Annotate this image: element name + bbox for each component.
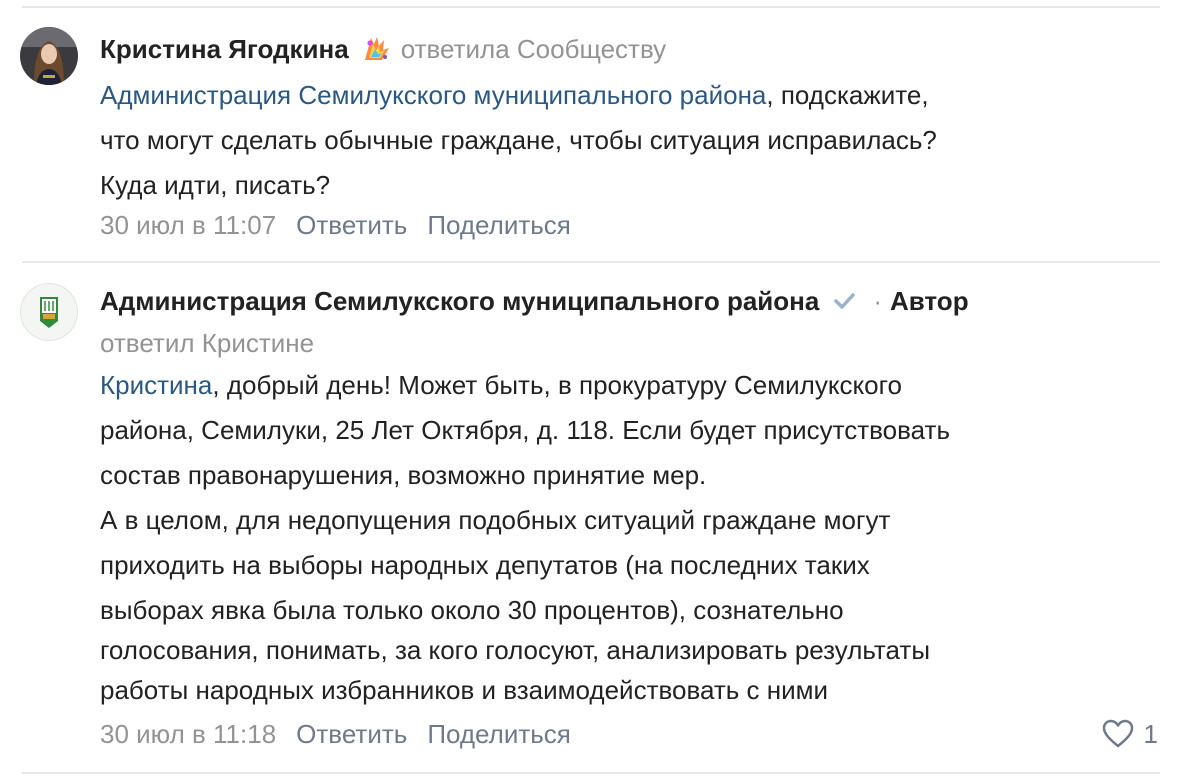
comment-text-line: состав правонарушения, возможно принятие… (100, 460, 707, 490)
verified-check-icon (831, 288, 857, 314)
share-button[interactable]: Поделиться (427, 210, 571, 240)
comment-text-line: что могут сделать обычные граждане, чтоб… (100, 125, 937, 155)
reply-button[interactable]: Ответить (296, 719, 407, 749)
rainbow-sticker-icon (361, 34, 391, 64)
comment-text-line: Кристина, добрый день! Может быть, в про… (100, 363, 902, 408)
text-fragment: , подскажите, (766, 80, 929, 110)
divider-middle (22, 261, 1160, 263)
user-photo-icon (20, 27, 78, 85)
coat-of-arms-icon (40, 297, 58, 328)
role-separator: · (873, 286, 882, 316)
mention-link[interactable]: Кристина (100, 370, 212, 400)
heart-icon (1102, 719, 1134, 749)
reply-button[interactable]: Ответить (296, 210, 407, 240)
comment-meta: 30 июл в 11:07 Ответить Поделиться (100, 209, 571, 241)
comment-date[interactable]: 30 июл в 11:18 (100, 719, 276, 749)
author-role: Автор (890, 286, 969, 316)
like-count: 1 (1143, 719, 1158, 749)
author-name[interactable]: Кристина Ягодкина (100, 33, 349, 65)
share-button[interactable]: Поделиться (427, 719, 571, 749)
divider-bottom (22, 772, 1160, 774)
comment-header: Кристина Ягодкина ответила Сообществу (100, 33, 666, 65)
comment-meta: 30 июл в 11:18 Ответить Поделиться (100, 718, 571, 750)
comment-text-line: района, Семилуки, 25 Лет Октября, д. 118… (100, 415, 950, 445)
author-name[interactable]: Администрация Семилукского муниципальног… (100, 285, 819, 317)
avatar-administration[interactable] (20, 283, 78, 341)
like-button[interactable]: 1 (1102, 718, 1158, 750)
comment-text-line: А в целом, для недопущения подобных ситу… (100, 505, 891, 535)
comment-text-line: выборах явка была только около 30 процен… (100, 595, 844, 625)
divider-top (22, 6, 1160, 8)
comment-date[interactable]: 30 июл в 11:07 (100, 210, 276, 240)
comment-text-line: Куда идти, писать? (100, 170, 331, 200)
comment-text-line: приходить на выборы народных депутатов (… (100, 550, 870, 580)
reply-note[interactable]: ответил Кристине (100, 327, 314, 359)
reply-note[interactable]: ответила Сообществу (401, 33, 667, 65)
comment-text-line: голосования, понимать, за кого голосуют,… (100, 635, 931, 665)
avatar-kristina[interactable] (20, 27, 78, 85)
text-fragment: , добрый день! Может быть, в прокуратуру… (212, 370, 902, 400)
comment-text-line: работы народных избранников и взаимодейс… (100, 675, 829, 705)
mention-link[interactable]: Администрация Семилукского муниципальног… (100, 80, 766, 110)
comment-header: Администрация Семилукского муниципальног… (100, 285, 969, 317)
comment-text-line: Администрация Семилукского муниципальног… (100, 73, 929, 118)
